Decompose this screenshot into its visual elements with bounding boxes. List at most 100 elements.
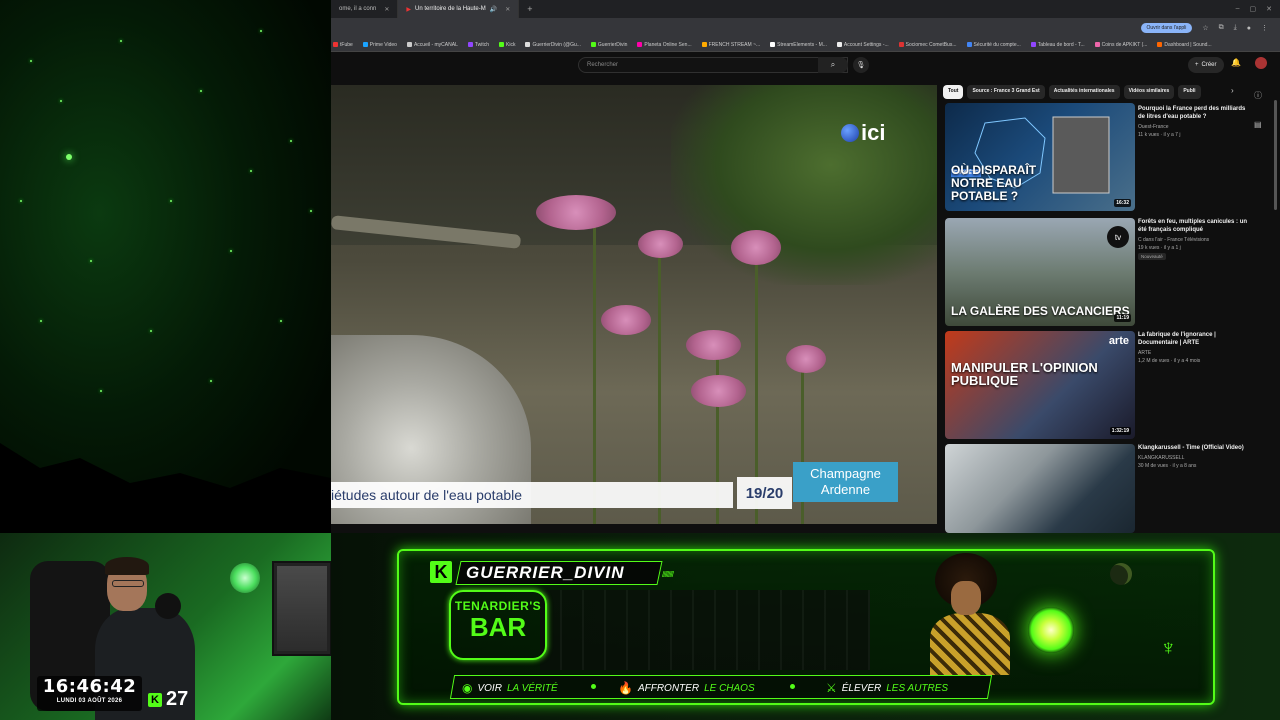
- region-line-2: Ardenne: [820, 482, 871, 497]
- bookmark-item[interactable]: Twitch: [467, 41, 490, 48]
- bookmark-item[interactable]: Prime Video: [362, 42, 397, 48]
- maximize-icon[interactable]: ▢: [1250, 5, 1257, 13]
- energy-orb: [1028, 607, 1074, 653]
- chat-icon[interactable]: ▤: [1254, 120, 1262, 129]
- create-button[interactable]: + Créer: [1188, 57, 1224, 73]
- bookmark-favicon-icon: [836, 42, 842, 47]
- scrollbar[interactable]: [1274, 100, 1277, 210]
- flower-cluster: [786, 345, 826, 373]
- flower-cluster: [731, 230, 781, 265]
- bookmark-label: Account Settings -...: [843, 41, 889, 48]
- avatar[interactable]: [1255, 57, 1267, 69]
- chip-international[interactable]: Actualités internationales: [1048, 85, 1120, 99]
- star-bookmark-icon[interactable]: ☆: [1202, 24, 1208, 32]
- youtube-header: Rechercher ⌕ 🎙 + Créer 🔔: [331, 52, 1280, 78]
- recommendation-thumbnail[interactable]: ENQUÊTE OÙ DISPARAÎT NOTRE EAU POTABLE ?…: [945, 103, 1135, 211]
- fire-icon: 🔥: [618, 681, 633, 695]
- bookmark-item[interactable]: tFube: [333, 42, 353, 48]
- green-lamp: [230, 563, 260, 593]
- bookmark-item[interactable]: Sociomec CometBus...: [898, 41, 957, 48]
- bookmark-item[interactable]: Planeta Online Sen...: [637, 42, 692, 48]
- star: [310, 210, 312, 212]
- bell-icon[interactable]: 🔔: [1231, 58, 1241, 67]
- info-icon[interactable]: ⓘ: [1254, 90, 1262, 101]
- bookmark-item[interactable]: Tableau de bord - T...: [1030, 42, 1085, 48]
- profile-icon[interactable]: ●: [1247, 25, 1251, 32]
- recommendation-channel[interactable]: ARTE: [1138, 350, 1248, 356]
- recommendation-title[interactable]: Forêts en feu, multiples canicules : un …: [1138, 218, 1248, 234]
- bookmark-label: Sécurité du compte...: [973, 41, 1021, 48]
- chip-similar[interactable]: Vidéos similaires: [1123, 85, 1175, 99]
- recommendation-channel[interactable]: C dans l'air - France Télévisions: [1138, 237, 1248, 243]
- recommendation-thumbnail[interactable]: [945, 444, 1135, 533]
- bookmark-favicon-icon: [701, 42, 707, 47]
- chip-all[interactable]: Tout: [943, 85, 964, 99]
- recommendation-title[interactable]: La fabrique de l'ignorance | Documentair…: [1138, 331, 1248, 347]
- star: [60, 100, 62, 102]
- search-input[interactable]: Rechercher: [578, 57, 848, 73]
- star: [260, 30, 262, 32]
- bookmark-label: FRENCH STREAM ~...: [708, 41, 761, 48]
- bookmark-item[interactable]: Kick: [499, 42, 515, 48]
- recommendation-views: 19 k vues · il y a 1 j: [1138, 245, 1181, 251]
- clock-time: 16:46:42: [42, 676, 137, 697]
- recommendation-thumbnail[interactable]: tv LA GALÈRE DES VACANCIERS 11:19: [945, 218, 1135, 326]
- viewer-count: K 27: [148, 688, 188, 711]
- bookmark-item[interactable]: StreamElements - M...: [770, 42, 827, 48]
- bookmark-label: Sociomec CometBus...: [905, 41, 957, 48]
- bookmark-label: Twitch: [474, 41, 490, 48]
- search-icon[interactable]: ⌕: [818, 57, 848, 73]
- recommendation-title[interactable]: Klangkarussell - Time (Official Video): [1138, 444, 1248, 452]
- star: [100, 390, 102, 392]
- recommendation-info[interactable]: Klangkarussell - Time (Official Video) K…: [1138, 444, 1248, 469]
- minimize-icon[interactable]: ‒: [1236, 5, 1240, 13]
- bookmarks-bar: tFube Prime Video Accueil - myCANAL Twitch K…: [331, 38, 1280, 52]
- recommendation-info[interactable]: Forêts en feu, multiples canicules : un …: [1138, 218, 1248, 260]
- bookmark-item[interactable]: GuerrierDivin: [590, 42, 627, 48]
- close-icon[interactable]: ✕: [384, 6, 389, 13]
- audio-icon[interactable]: 🔊: [490, 6, 497, 13]
- bookmark-favicon-icon: [333, 42, 338, 47]
- new-tab-icon[interactable]: +: [519, 4, 540, 14]
- download-icon[interactable]: ⤓: [1234, 24, 1237, 32]
- close-window-icon[interactable]: ✕: [1266, 5, 1272, 13]
- bookmark-item[interactable]: FRENCH STREAM ~...: [701, 41, 761, 48]
- mic-icon[interactable]: 🎙: [853, 57, 869, 73]
- extensions-icon[interactable]: ⧉: [1219, 24, 1224, 32]
- bookmark-label: Kick: [506, 41, 516, 48]
- bookmark-item[interactable]: Dashboard | Sound...: [1157, 41, 1212, 48]
- recommendation-title[interactable]: Pourquoi la France perd des milliards de…: [1138, 105, 1248, 121]
- kick-logo-icon: K: [148, 692, 162, 707]
- new-badge: Nouveauté: [1138, 253, 1166, 260]
- browser-tab[interactable]: ome, il a conn ✕: [331, 0, 399, 18]
- recommendation-channel[interactable]: Ouest-France: [1138, 124, 1248, 130]
- menu-icon[interactable]: ⋮: [1261, 24, 1268, 32]
- recommendation-info[interactable]: La fabrique de l'ignorance | Documentair…: [1138, 331, 1248, 364]
- thumbnail-text: MANIPULER L'OPINION PUBLIQUE: [951, 360, 1098, 388]
- bookmark-item[interactable]: Coins de APKIKT (...: [1094, 42, 1147, 48]
- chip-published[interactable]: Publi: [1178, 85, 1201, 99]
- recommendation-views: 11 k vues · il y a 7 j: [1138, 132, 1181, 138]
- bookmark-item[interactable]: Account Settings -...: [836, 41, 889, 48]
- recommendation-thumbnail[interactable]: arte MANIPULER L'OPINION PUBLIQUE 1:32:1…: [945, 331, 1135, 439]
- recommendation-views: 1,2 M de vues · il y a 4 mois: [1138, 358, 1201, 364]
- recommendation-channel[interactable]: KLANGKARUSSELL: [1138, 455, 1248, 461]
- bookmark-label: Dashboard | Sound...: [1164, 41, 1212, 48]
- recommendation-views: 30 M de vues · il y a 8 ans: [1138, 463, 1197, 469]
- bar-sign-line-2: BAR: [469, 612, 527, 642]
- region-line-1: Champagne: [810, 466, 881, 481]
- bookmark-item[interactable]: Accueil - myCANAL: [406, 42, 458, 48]
- tagline-rest: LE CHAOS: [704, 682, 755, 694]
- france-tv-logo-icon: tv: [1107, 226, 1129, 248]
- open-in-app-button[interactable]: Ouvrir dans l'appli: [1140, 23, 1193, 33]
- chevron-right-icon[interactable]: ›: [1231, 86, 1234, 95]
- chip-source[interactable]: Source : France 3 Grand Est: [967, 85, 1045, 99]
- bookmark-item[interactable]: GuerrierDivin (@Gu...: [525, 42, 581, 48]
- recommendation-info[interactable]: Pourquoi la France perd des milliards de…: [1138, 105, 1248, 138]
- video-player[interactable]: ici iétudes autour de l'eau potable 19/2…: [331, 85, 937, 524]
- palm-tree-icon: ♆: [1160, 635, 1177, 660]
- browser-tab-active[interactable]: ▶ Un territoire de la Haute-M 🔊 ✕: [398, 0, 520, 18]
- close-icon[interactable]: ✕: [505, 6, 510, 13]
- bookmark-item[interactable]: Sécurité du compte...: [966, 41, 1021, 48]
- flower-stem: [593, 225, 596, 524]
